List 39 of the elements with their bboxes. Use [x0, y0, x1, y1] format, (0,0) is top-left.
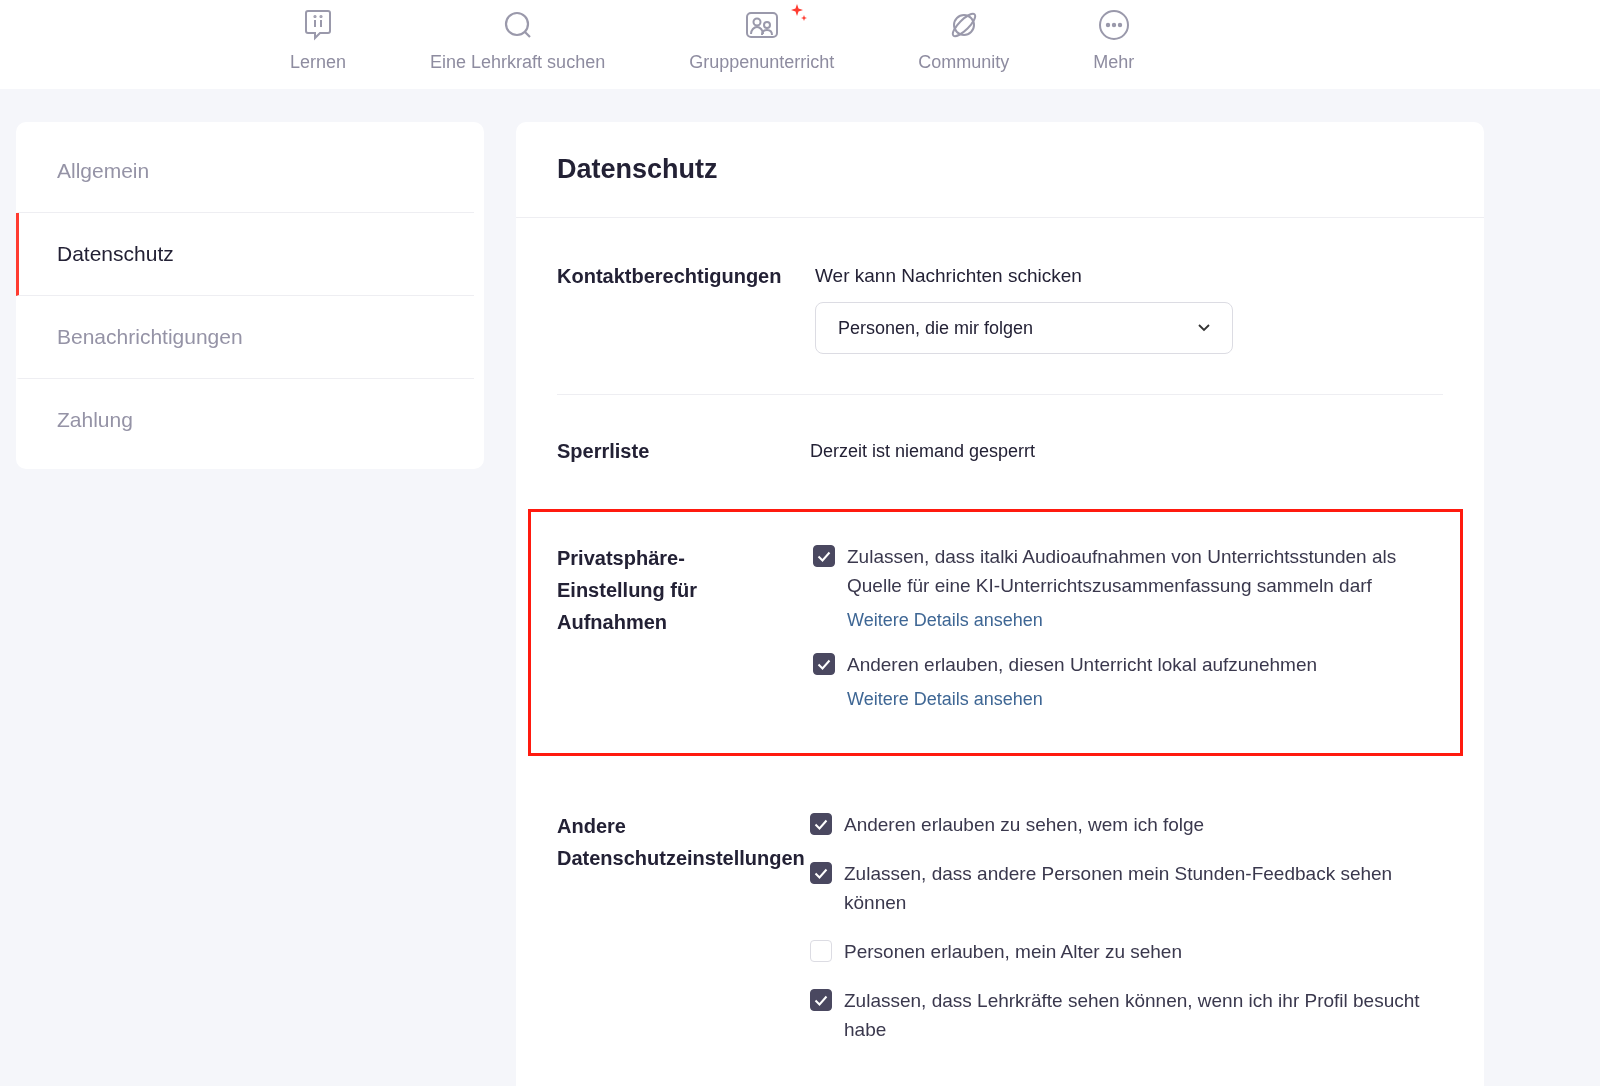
speech-bubble-icon — [304, 9, 333, 41]
details-link[interactable]: Weitere Details ansehen — [847, 608, 1043, 632]
section-label: Kontaktberechtigungen — [557, 264, 783, 289]
details-link[interactable]: Weitere Details ansehen — [847, 687, 1043, 711]
checkbox-label: Zulassen, dass italki Audioaufnahmen von Unterrichtsstunden als Quelle für eine KI-Unterrichtszusammenfassung sammeln darf — [847, 545, 1398, 598]
checkbox[interactable] — [813, 545, 835, 567]
checkbox-label: Anderen erlauben zu sehen, wem ich folge — [844, 813, 1205, 837]
checkmark-icon — [817, 550, 831, 562]
section-label: Privatsphäre-Einstellung für Aufnahmen — [557, 546, 698, 635]
sidebar-item[interactable]: Allgemein — [16, 130, 474, 213]
checkbox-label: Zulassen, dass Lehrkräfte sehen können, wenn ich ihr Profil besucht habe — [844, 989, 1421, 1042]
field-caption: Wer kann Nachrichten schicken — [815, 264, 1083, 288]
group-photo-icon — [744, 10, 779, 40]
checkbox[interactable] — [810, 862, 832, 884]
checkmark-icon — [817, 658, 831, 670]
checkmark-icon — [814, 818, 828, 830]
nav-item[interactable]: Community — [918, 0, 1010, 89]
dropdown-select[interactable]: Personen, die mir folgen — [815, 302, 1233, 354]
checkbox-label: Personen erlauben, mein Alter zu sehen — [844, 940, 1182, 964]
nav-item[interactable]: Gruppenunterricht — [689, 0, 835, 89]
section-label: Andere Datenschutzeinstellungen — [557, 814, 806, 871]
checkbox[interactable] — [810, 989, 832, 1011]
checkbox[interactable] — [813, 653, 835, 675]
sidebar-item[interactable]: Datenschutz — [16, 213, 474, 296]
sidebar-item[interactable]: Benachrichtigungen — [16, 296, 474, 379]
section-label: Sperrliste — [557, 439, 651, 464]
nav-item[interactable]: Lernen — [290, 0, 347, 89]
checkbox-label: Anderen erlauben, diesen Unterricht lokal aufzunehmen — [847, 653, 1318, 677]
sidebar-item[interactable]: Zahlung — [16, 379, 474, 461]
chevron-down-icon — [1198, 324, 1210, 332]
checkbox-label: Zulassen, dass andere Personen mein Stunden-Feedback sehen können — [844, 862, 1394, 915]
checkmark-icon — [814, 994, 828, 1006]
nav-item[interactable]: Mehr — [1093, 0, 1135, 89]
checkbox[interactable] — [810, 813, 832, 835]
panel-title: Datenschutz — [516, 122, 1484, 218]
nav-item[interactable]: Eine Lehrkraft suchen — [430, 0, 606, 89]
more-icon — [1097, 9, 1130, 41]
blocked-status-text: Derzeit ist niemand gesperrt — [810, 440, 1037, 463]
checkmark-icon — [814, 867, 828, 879]
